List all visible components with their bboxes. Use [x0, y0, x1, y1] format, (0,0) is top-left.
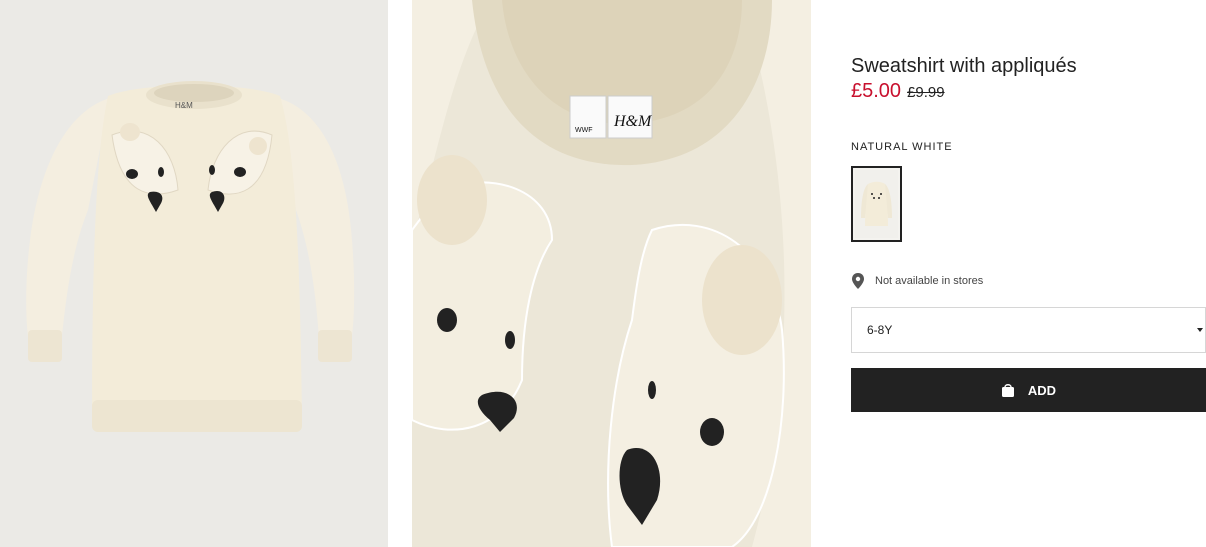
product-image-main[interactable]: H&M: [0, 0, 388, 547]
color-swatch-natural-white[interactable]: [851, 166, 902, 242]
add-button-label: ADD: [1027, 382, 1057, 398]
size-selected-value: 6-8Y: [867, 323, 893, 337]
color-name-label: NATURAL WHITE: [851, 141, 953, 153]
svg-text:WWF: WWF: [575, 127, 593, 134]
location-pin-icon: [852, 273, 864, 289]
price-row: £5.00 £9.99: [851, 80, 1206, 103]
product-info-panel: Sweatshirt with appliqués £5.00 £9.99 NA…: [851, 54, 1206, 412]
svg-text:H&M: H&M: [175, 101, 193, 110]
sale-price: £5.00: [851, 80, 902, 102]
size-select[interactable]: 6-8Y: [851, 307, 1206, 353]
swatch-thumbnail: [855, 170, 898, 238]
product-title: Sweatshirt with appliqués: [851, 55, 1077, 77]
caret-down-icon: [1197, 328, 1203, 332]
availability-text: Not available in stores: [875, 275, 984, 287]
svg-text:H&M: H&M: [613, 113, 653, 130]
product-image-detail[interactable]: WWF H&M: [412, 0, 811, 547]
store-availability: Not available in stores: [851, 273, 983, 289]
add-to-bag-button[interactable]: ADD: [851, 368, 1206, 412]
original-price: £9.99: [907, 84, 945, 101]
shopping-bag-icon: [1001, 384, 1014, 397]
